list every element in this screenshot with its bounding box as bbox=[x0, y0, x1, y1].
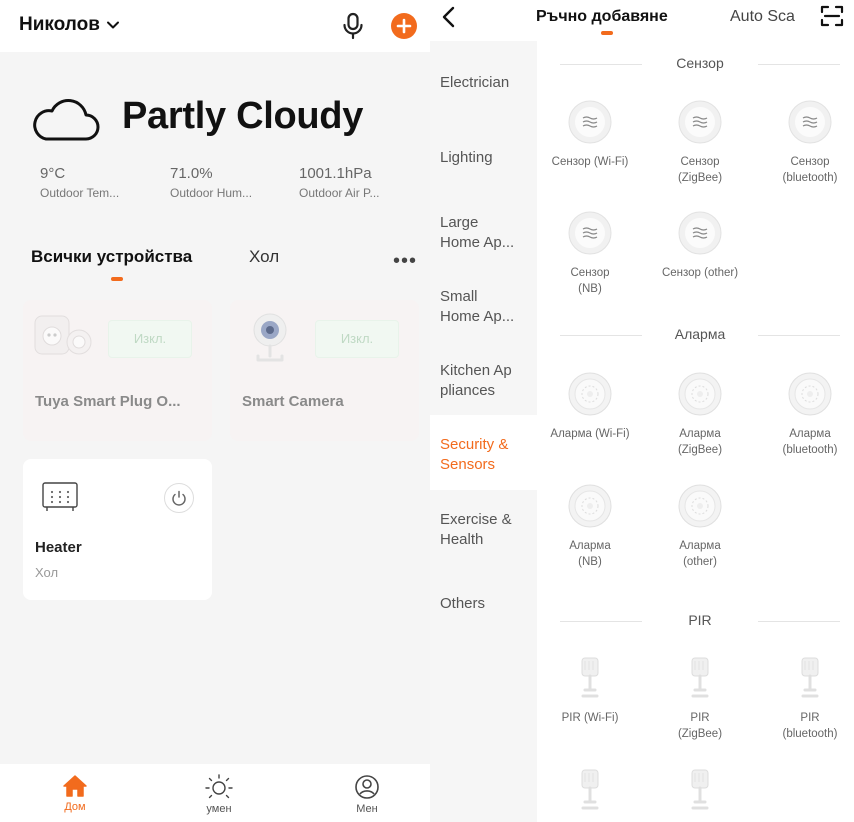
home-panel: Николов Partly Cloudy 9°C Outdoor Tem...… bbox=[0, 0, 430, 822]
section-title-pir: PIR bbox=[560, 612, 840, 628]
device-type-sensor-zigbee[interactable]: Сензор (ZigBee) bbox=[645, 100, 755, 186]
device-name: Heater bbox=[35, 539, 82, 556]
category-kitchen-appliances[interactable]: Kitchen Ap pliances bbox=[430, 361, 537, 401]
device-type-alarm-other[interactable]: Аларма (other) bbox=[645, 484, 755, 570]
home-icon bbox=[63, 775, 87, 797]
category-others[interactable]: Others bbox=[430, 594, 537, 614]
tab-room-hol[interactable]: Хол bbox=[249, 247, 279, 267]
pir-sensor-icon bbox=[581, 657, 599, 698]
pir-sensor-icon bbox=[801, 657, 819, 698]
pir-sensor-icon bbox=[691, 769, 709, 810]
category-security-sensors[interactable]: Security & Sensors bbox=[430, 415, 537, 490]
add-device-button[interactable] bbox=[391, 13, 417, 39]
home-selector[interactable]: Николов bbox=[19, 14, 120, 36]
tab-auto-scan[interactable]: Auto Sca bbox=[730, 8, 812, 26]
sensor-icon bbox=[678, 211, 722, 255]
device-power-button[interactable]: Изкл. bbox=[315, 320, 399, 358]
device-power-button[interactable]: Изкл. bbox=[108, 320, 192, 358]
section-title-alarm: Аларма bbox=[560, 326, 840, 342]
device-type-alarm-nb[interactable]: Аларма (NB) bbox=[535, 484, 645, 570]
tab-all-devices[interactable]: Всички устройства bbox=[31, 247, 192, 267]
power-icon bbox=[172, 490, 186, 506]
device-type-pir-zigbee[interactable]: PIR (ZigBee) bbox=[645, 656, 755, 742]
outdoor-air-pressure: 1001.1hPa Outdoor Air P... bbox=[299, 165, 380, 200]
pir-sensor-icon bbox=[691, 657, 709, 698]
sensor-icon bbox=[568, 211, 612, 255]
device-type-pir-nb[interactable] bbox=[535, 768, 645, 812]
bottom-navigation: Дом умен Мен bbox=[0, 764, 430, 822]
sun-icon bbox=[205, 774, 233, 799]
add-device-panel: Ръчно добавяне Auto Sca Electrician Ligh… bbox=[430, 0, 854, 822]
device-type-sensor-nb[interactable]: Сензор (NB) bbox=[535, 211, 645, 297]
chevron-down-icon bbox=[106, 21, 119, 29]
device-type-alarm-wifi[interactable]: Аларма (Wi-Fi) bbox=[535, 372, 645, 442]
device-card-heater[interactable]: Heater Хол bbox=[23, 459, 212, 600]
pir-sensor-icon bbox=[581, 769, 599, 810]
outdoor-temperature: 9°C Outdoor Tem... bbox=[40, 165, 120, 200]
device-card-camera[interactable]: Изкл. Smart Camera bbox=[230, 300, 419, 441]
heater-icon bbox=[42, 482, 78, 511]
back-arrow-icon[interactable] bbox=[441, 6, 457, 28]
nav-profile[interactable]: Мен bbox=[317, 764, 417, 815]
alarm-icon bbox=[568, 484, 612, 528]
category-large-home-appliances[interactable]: Large Home Ap... bbox=[430, 213, 537, 253]
home-header: Николов bbox=[0, 0, 430, 52]
more-menu-button[interactable]: ••• bbox=[393, 250, 417, 273]
nav-home[interactable]: Дом bbox=[25, 764, 125, 813]
cloud-icon bbox=[33, 99, 100, 141]
outdoor-humidity: 71.0% Outdoor Hum... bbox=[170, 165, 253, 200]
camera-icon bbox=[253, 313, 287, 362]
category-lighting[interactable]: Lighting bbox=[430, 148, 537, 168]
sensor-icon bbox=[568, 100, 612, 144]
home-name: Николов bbox=[19, 14, 100, 35]
alarm-icon bbox=[788, 372, 832, 416]
device-type-sensor-wifi[interactable]: Сензор (Wi-Fi) bbox=[535, 100, 645, 170]
scan-icon[interactable] bbox=[820, 5, 844, 27]
profile-icon bbox=[355, 775, 379, 799]
device-type-sensor-other[interactable]: Сензор (other) bbox=[645, 211, 755, 281]
alarm-icon bbox=[678, 372, 722, 416]
plus-icon bbox=[396, 18, 412, 34]
alarm-icon bbox=[678, 484, 722, 528]
tab-manual-add[interactable]: Ръчно добавяне bbox=[536, 8, 668, 26]
device-type-pir-wifi[interactable]: PIR (Wi-Fi) bbox=[535, 656, 645, 726]
weather-condition: Partly Cloudy bbox=[122, 95, 364, 137]
category-sidebar: Electrician Lighting Large Home Ap... Sm… bbox=[430, 41, 537, 822]
sensor-icon bbox=[678, 100, 722, 144]
tab-indicator bbox=[111, 277, 123, 281]
device-type-alarm-zigbee[interactable]: Аларма (ZigBee) bbox=[645, 372, 755, 458]
smart-plug-icon bbox=[34, 315, 92, 355]
nav-smart[interactable]: умен bbox=[169, 764, 269, 815]
device-type-alarm-bluetooth[interactable]: Аларма (bluetooth) bbox=[755, 372, 854, 458]
microphone-icon[interactable] bbox=[340, 12, 366, 40]
category-exercise-health[interactable]: Exercise & Health bbox=[430, 510, 537, 550]
device-name: Tuya Smart Plug O... bbox=[35, 393, 181, 410]
power-toggle-button[interactable] bbox=[164, 483, 194, 513]
sensor-icon bbox=[788, 100, 832, 144]
category-small-home-appliances[interactable]: Small Home Ap... bbox=[430, 287, 537, 327]
tab-indicator bbox=[601, 31, 613, 35]
device-type-pir-other[interactable] bbox=[645, 768, 755, 812]
alarm-icon bbox=[568, 372, 612, 416]
device-name: Smart Camera bbox=[242, 393, 344, 410]
device-card-smart-plug[interactable]: Изкл. Tuya Smart Plug O... bbox=[23, 300, 212, 441]
category-electrician[interactable]: Electrician bbox=[430, 73, 537, 93]
device-room: Хол bbox=[35, 565, 59, 580]
device-type-sensor-bluetooth[interactable]: Сензор (bluetooth) bbox=[755, 100, 854, 186]
device-type-pir-bluetooth[interactable]: PIR (bluetooth) bbox=[755, 656, 854, 742]
section-title-sensor: Сензор bbox=[560, 55, 840, 71]
